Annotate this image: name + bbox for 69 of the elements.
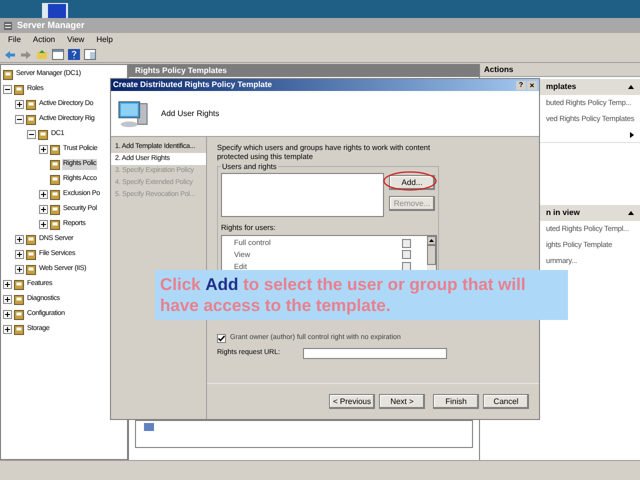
wizard-button[interactable]: Finish xyxy=(433,394,479,409)
node-icon xyxy=(26,264,36,274)
wizard-button[interactable]: Next > xyxy=(379,394,425,409)
pane-icon[interactable] xyxy=(52,49,64,60)
node-icon xyxy=(14,84,24,94)
node-icon xyxy=(50,144,60,154)
expand-toggle[interactable] xyxy=(39,190,48,199)
pane-header: Actions xyxy=(480,64,640,77)
node-icon xyxy=(26,114,36,124)
scrollbar[interactable] xyxy=(427,236,436,272)
node-icon xyxy=(38,130,48,140)
computer-icon xyxy=(40,1,70,18)
url-field[interactable] xyxy=(303,348,447,359)
menu-item[interactable]: Action xyxy=(32,34,56,46)
node-icon xyxy=(50,204,60,214)
expand-toggle[interactable] xyxy=(3,295,12,304)
template-icon xyxy=(144,423,154,431)
node-icon xyxy=(14,280,24,290)
node-icon xyxy=(14,310,24,320)
window-title: Server Manager xyxy=(17,18,85,32)
menu-item[interactable]: View xyxy=(67,34,84,46)
node-icon xyxy=(14,294,24,304)
collapse-toggle[interactable] xyxy=(27,130,36,139)
node-icon xyxy=(26,250,36,260)
scroll-up-icon[interactable] xyxy=(429,239,434,242)
add-button[interactable]: Add... xyxy=(389,175,435,190)
collapse-toggle[interactable] xyxy=(15,115,24,124)
node-icon xyxy=(50,220,60,230)
expand-toggle[interactable] xyxy=(39,220,48,229)
server-icon xyxy=(3,20,13,30)
node-icon xyxy=(14,324,24,334)
help-icon[interactable] xyxy=(68,49,80,60)
callout-text: Click Add to select the user or group that will have access to the template. xyxy=(160,274,527,316)
checkbox[interactable] xyxy=(402,262,411,271)
expand-toggle[interactable] xyxy=(3,325,12,334)
menu-item[interactable]: Help xyxy=(96,34,113,46)
collapse-icon[interactable] xyxy=(628,85,634,89)
expand-toggle[interactable] xyxy=(15,265,24,274)
menu-item[interactable]: File xyxy=(8,34,21,46)
node-icon xyxy=(50,190,60,200)
node-icon xyxy=(26,100,36,110)
expand-toggle[interactable] xyxy=(39,145,48,154)
submenu-arrow-icon[interactable] xyxy=(630,132,634,138)
pane-header: Rights Policy Templates xyxy=(129,64,479,77)
wizard-button[interactable]: Cancel xyxy=(483,394,529,409)
collapse-toggle[interactable] xyxy=(3,85,12,94)
collapse-icon[interactable] xyxy=(628,211,634,215)
dialog-title: Create Distributed Rights Policy Template xyxy=(113,79,272,91)
wizard-button[interactable]: < Previous xyxy=(329,394,375,409)
page-heading: Add User Rights xyxy=(161,108,220,120)
node-icon xyxy=(26,234,36,244)
node-icon xyxy=(50,174,60,184)
checkbox[interactable] xyxy=(402,238,411,248)
node-icon xyxy=(50,160,60,170)
section-heading: mplates xyxy=(546,81,576,93)
section-heading: n in view xyxy=(546,207,580,219)
checkbox[interactable] xyxy=(402,250,411,260)
highlight-ellipse xyxy=(383,171,437,191)
users-list[interactable] xyxy=(221,173,384,217)
expand-toggle[interactable] xyxy=(39,205,48,214)
node-icon xyxy=(3,70,13,80)
checkbox[interactable] xyxy=(217,334,226,343)
expand-toggle[interactable] xyxy=(15,235,24,244)
close-button[interactable]: × xyxy=(527,80,537,90)
expand-toggle[interactable] xyxy=(15,250,24,259)
expand-toggle[interactable] xyxy=(15,100,24,109)
expand-toggle[interactable] xyxy=(3,280,12,289)
pane-icon[interactable] xyxy=(84,49,96,60)
expand-toggle[interactable] xyxy=(3,310,12,319)
